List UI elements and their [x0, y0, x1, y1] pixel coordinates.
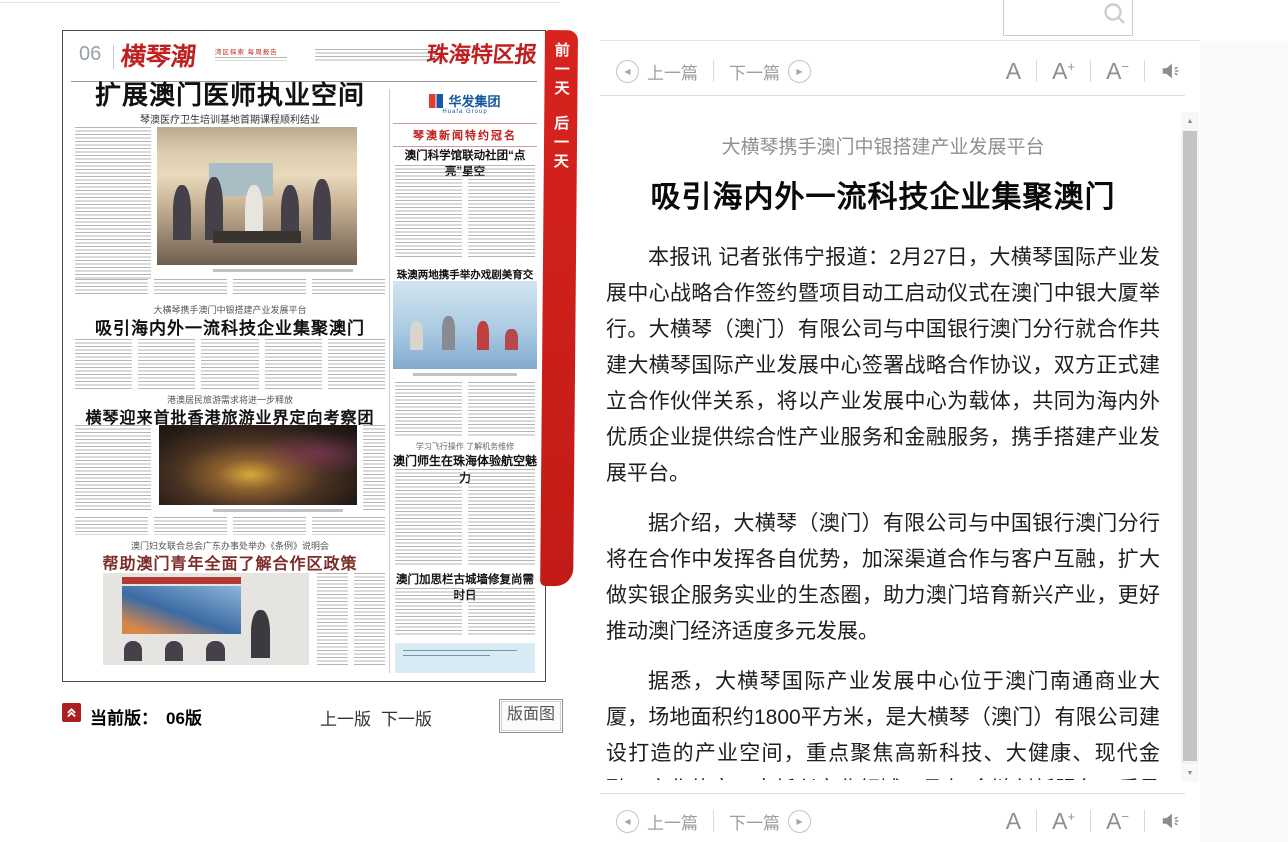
body-text-block [75, 425, 151, 511]
newspaper-page-number: 06 [79, 43, 101, 66]
body-text-block [395, 165, 535, 259]
masthead-tagline: 湾区探索 每周报告 [215, 46, 278, 56]
current-page-label: 当前版： [90, 709, 158, 728]
body-text-block [75, 279, 385, 295]
body-text-block [395, 469, 535, 565]
article-paragraph: 据介绍，大横琴（澳门）有限公司与中国银行澳门分行将在合作中发挥各自优势，加深渠道… [606, 506, 1160, 650]
article-body: 本报讯 记者张伟宁报道：2月27日，大横琴国际产业发展中心战略合作签约暨项目动工… [606, 240, 1160, 780]
next-page-button[interactable]: 下一版 [381, 705, 432, 730]
photo-caption [213, 509, 343, 512]
app-root: 06 横琴潮 湾区探索 每周报告 珠海特区报 扩展澳门医师执业空间 琴澳医疗卫生… [0, 0, 1288, 842]
search-input[interactable] [1003, 0, 1133, 36]
article-content: 大横琴携手澳门中银搭建产业发展平台 吸引海内外一流科技企业集聚澳门 本报讯 记者… [606, 116, 1160, 780]
next-article-button[interactable]: 下一篇 [729, 809, 780, 834]
scrollbar[interactable]: ▲ ▼ [1181, 112, 1199, 782]
next-day-button[interactable]: 后一天 [550, 115, 571, 172]
top-divider [0, 2, 560, 3]
np-headline-1[interactable]: 扩展澳门医师执业空间 [75, 75, 385, 112]
contact-info-box [395, 643, 535, 673]
day-nav-ribbon: 前一天 后一天 [540, 30, 578, 586]
body-text-block [395, 382, 535, 436]
next-article-icon[interactable]: ▶ [788, 60, 811, 83]
masthead-title: 横琴潮 [119, 37, 198, 73]
font-size-normal-button[interactable]: A [1006, 810, 1021, 833]
speaker-icon[interactable] [1160, 810, 1182, 832]
np-headline-4[interactable]: 帮助澳门青年全面了解合作区政策 [75, 550, 385, 574]
next-article-icon[interactable]: ▶ [788, 810, 811, 833]
article-title: 吸引海内外一流科技企业集聚澳门 [606, 172, 1160, 216]
sponsor-brand: 华发集团 [448, 91, 500, 110]
toolbar-separator [713, 810, 714, 832]
collapse-chevron-icon[interactable] [62, 703, 81, 722]
prev-article-button[interactable]: 上一篇 [647, 59, 698, 84]
font-size-decrease-button[interactable]: A− [1106, 60, 1129, 83]
toolbar-separator [1090, 810, 1091, 832]
np-headline-2[interactable]: 吸引海内外一流科技企业集聚澳门 [75, 314, 385, 339]
toolbar-separator [1144, 810, 1145, 832]
body-text-block [395, 588, 535, 636]
font-size-increase-button[interactable]: A+ [1052, 60, 1075, 83]
article-kicker: 大横琴携手澳门中银搭建产业发展平台 [606, 132, 1160, 159]
prev-article-icon[interactable]: ◀ [616, 810, 639, 833]
toolbar-divider-top [600, 95, 1185, 96]
photo-caption [213, 269, 353, 272]
huafa-logo-icon [429, 94, 443, 108]
masthead-subline [215, 57, 287, 61]
article-paragraph: 据悉，大横琴国际产业发展中心位于澳门南通商业大厦，场地面积约1800平方米，是大… [606, 664, 1160, 780]
scroll-down-button[interactable]: ▼ [1181, 764, 1199, 782]
current-page-value: 06版 [166, 709, 202, 728]
toolbar-separator [713, 60, 714, 82]
scroll-up-button[interactable]: ▲ [1181, 112, 1199, 130]
sponsor-brand-en: Huafa Group [393, 109, 537, 115]
body-text-block [75, 127, 151, 279]
font-size-increase-button[interactable]: A+ [1052, 810, 1075, 833]
toolbar-separator [1144, 60, 1145, 82]
current-page-indicator: 当前版： 06版 [90, 704, 202, 729]
photo-motorcycle-exhibit [159, 425, 357, 505]
layout-map-button[interactable]: 版面图 [499, 699, 563, 733]
page-background [1200, 41, 1288, 842]
toolbar-separator [1036, 60, 1037, 82]
font-size-decrease-button[interactable]: A− [1106, 810, 1129, 833]
article-toolbar-top: ◀ 上一篇 下一篇 ▶ A A+ A− [616, 50, 1182, 92]
article-toolbar-bottom: ◀ 上一篇 下一篇 ▶ A A+ A− [616, 800, 1182, 842]
photo-medical-training [157, 127, 357, 265]
body-text-block [363, 425, 385, 511]
search-icon[interactable] [1102, 1, 1128, 27]
body-text-block [75, 517, 385, 535]
photo-policy-briefing [103, 573, 309, 665]
newspaper-page-thumbnail[interactable]: 06 横琴潮 湾区探索 每周报告 珠海特区报 扩展澳门医师执业空间 琴澳医疗卫生… [62, 30, 546, 682]
toolbar-separator [1036, 810, 1037, 832]
body-text-block [317, 573, 385, 665]
np-subhead-1: 琴澳医疗卫生培训基地首期课程顺利结业 [75, 111, 385, 126]
masthead-divider [113, 45, 114, 69]
scrollbar-thumb[interactable] [1183, 131, 1197, 761]
font-size-normal-button[interactable]: A [1006, 60, 1021, 83]
prev-page-button[interactable]: 上一版 [320, 705, 371, 730]
np-kicker-7: 学习飞行操作 了解机务维修 [393, 441, 537, 452]
speaker-icon[interactable] [1160, 60, 1182, 82]
body-text-block [75, 339, 385, 389]
article-paragraph: 本报讯 记者张伟宁报道：2月27日，大横琴国际产业发展中心战略合作签约暨项目动工… [606, 240, 1160, 492]
dateline-text [315, 49, 443, 61]
prev-article-icon[interactable]: ◀ [616, 60, 639, 83]
photo-drama-performance [393, 281, 537, 369]
reader-top-divider [600, 40, 1200, 41]
photo-caption [413, 373, 517, 376]
prev-day-button[interactable]: 前一天 [550, 42, 571, 99]
prev-article-button[interactable]: 上一篇 [647, 809, 698, 834]
sponsor-label: 琴澳新闻特约冠名 [393, 123, 537, 147]
paper-name: 珠海特区报 [425, 37, 538, 69]
column-rule [389, 89, 390, 673]
sponsor-brand-row: 华发集团 [393, 91, 537, 110]
next-article-button[interactable]: 下一篇 [729, 59, 780, 84]
toolbar-separator [1090, 60, 1091, 82]
toolbar-divider-bottom [600, 793, 1185, 794]
